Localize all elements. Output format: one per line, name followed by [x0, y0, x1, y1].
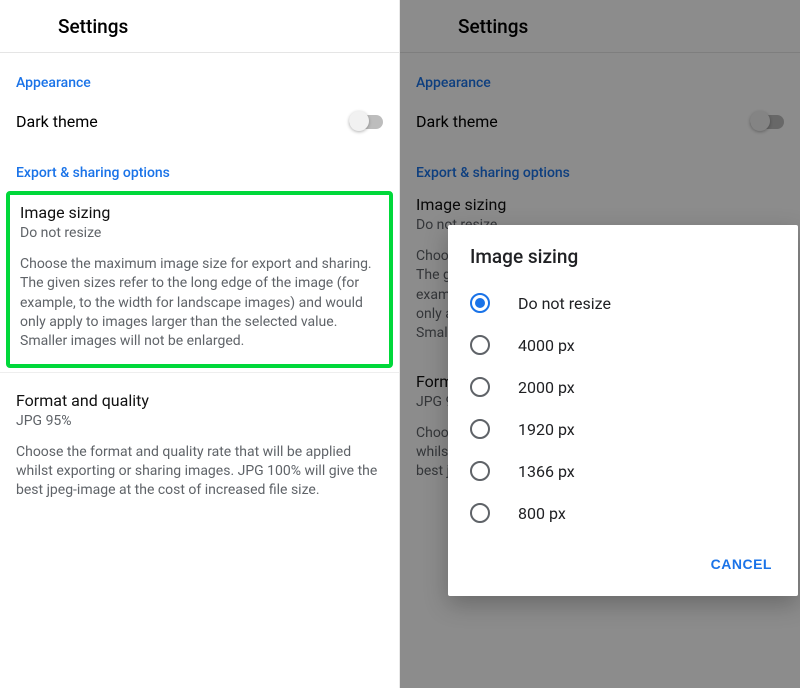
dialog-title: Image sizing [448, 225, 798, 282]
format-desc: Choose the format and quality rate that … [16, 443, 383, 501]
divider [0, 372, 399, 373]
option-label: 1366 px [518, 462, 575, 481]
option-label: 800 px [518, 504, 566, 523]
format-value: JPG 95% [16, 413, 383, 429]
page-title-bg: Settings [458, 15, 528, 38]
option-label: 1920 px [518, 420, 575, 439]
format-title: Format and quality [16, 391, 383, 410]
option-label: 4000 px [518, 336, 575, 355]
radio-icon [470, 461, 490, 481]
dark-theme-toggle[interactable] [349, 111, 383, 131]
section-export-label: Export & sharing options [0, 143, 399, 189]
format-quality-pref[interactable]: Format and quality JPG 95% Choose the fo… [0, 379, 399, 517]
dark-theme-row[interactable]: Dark theme [0, 99, 399, 143]
option-2000px[interactable]: 2000 px [448, 366, 798, 408]
image-sizing-title: Image sizing [20, 203, 379, 222]
option-1366px[interactable]: 1366 px [448, 450, 798, 492]
header: Settings [0, 0, 399, 53]
dark-theme-row-bg: Dark theme [400, 99, 800, 143]
image-sizing-value: Do not resize [20, 225, 379, 241]
image-sizing-dialog: Image sizing Do not resize 4000 px 2000 … [448, 225, 798, 596]
radio-icon [470, 293, 490, 313]
option-label: Do not resize [518, 294, 611, 313]
section-appearance-label-bg: Appearance [400, 53, 800, 99]
radio-icon [470, 335, 490, 355]
section-appearance-label: Appearance [0, 53, 399, 99]
header-bg: Settings [400, 0, 800, 53]
option-label: 2000 px [518, 378, 575, 397]
option-800px[interactable]: 800 px [448, 492, 798, 534]
dark-theme-toggle-bg [750, 111, 784, 131]
option-1920px[interactable]: 1920 px [448, 408, 798, 450]
radio-icon [470, 377, 490, 397]
radio-icon [470, 503, 490, 523]
cancel-button[interactable]: CANCEL [701, 548, 782, 580]
settings-screen-left: Settings Appearance Dark theme Export & … [0, 0, 400, 688]
dark-theme-label-bg: Dark theme [416, 112, 498, 131]
option-do-not-resize[interactable]: Do not resize [448, 282, 798, 324]
image-sizing-desc: Choose the maximum image size for export… [20, 255, 379, 352]
dialog-actions: CANCEL [448, 534, 798, 592]
image-sizing-title-bg: Image sizing [416, 195, 784, 214]
dark-theme-label: Dark theme [16, 112, 98, 131]
page-title: Settings [58, 15, 128, 38]
image-sizing-pref[interactable]: Image sizing Do not resize Choose the ma… [6, 191, 393, 368]
option-4000px[interactable]: 4000 px [448, 324, 798, 366]
radio-icon [470, 419, 490, 439]
section-export-label-bg: Export & sharing options [400, 143, 800, 189]
